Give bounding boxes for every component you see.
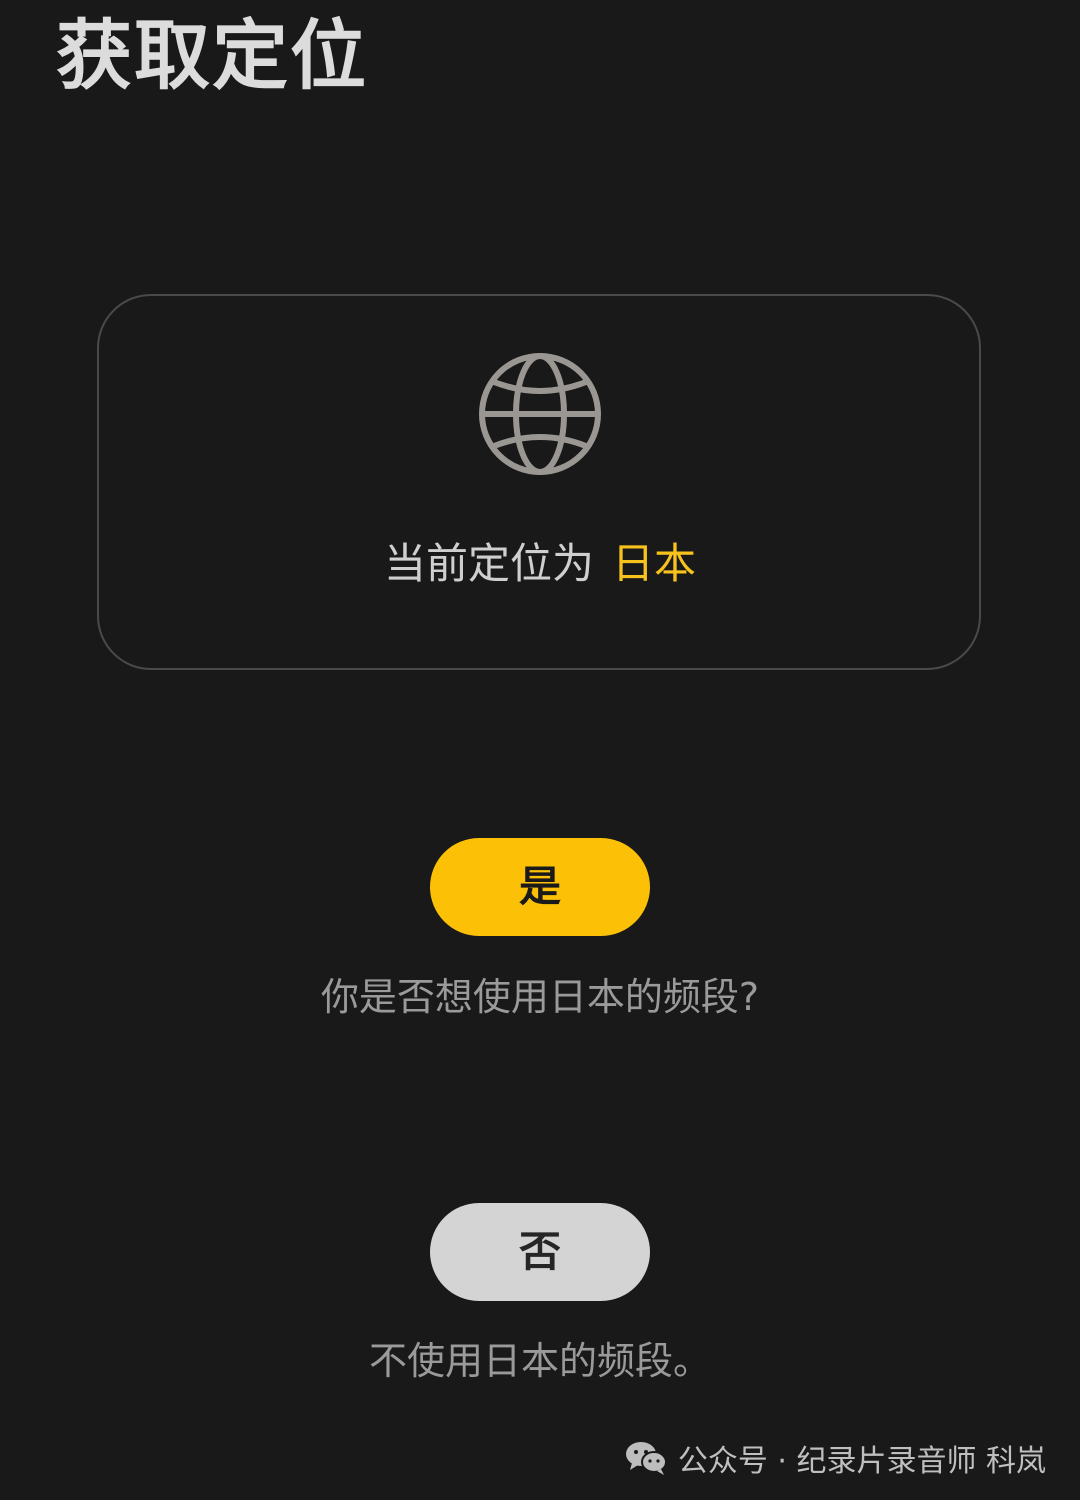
yes-button[interactable]: 是 [430, 838, 650, 936]
current-location-text: 当前定位为 日本 [0, 536, 1080, 592]
page-title: 获取定位 [56, 11, 368, 100]
yes-description: 你是否想使用日本的频段? [320, 975, 760, 1019]
watermark-text: 公众号 · 纪录片录音师 科岚 [677, 1444, 1046, 1479]
watermark: 公众号 · 纪录片录音师 科岚 [624, 1432, 1046, 1484]
no-description: 不使用日本的频段。 [368, 1339, 711, 1383]
globe-icon [479, 353, 601, 475]
location-value: 日本 [612, 539, 697, 588]
location-prefix: 当前定位为 [383, 539, 594, 588]
wechat-icon [625, 1442, 667, 1475]
no-button[interactable]: 否 [430, 1203, 650, 1301]
